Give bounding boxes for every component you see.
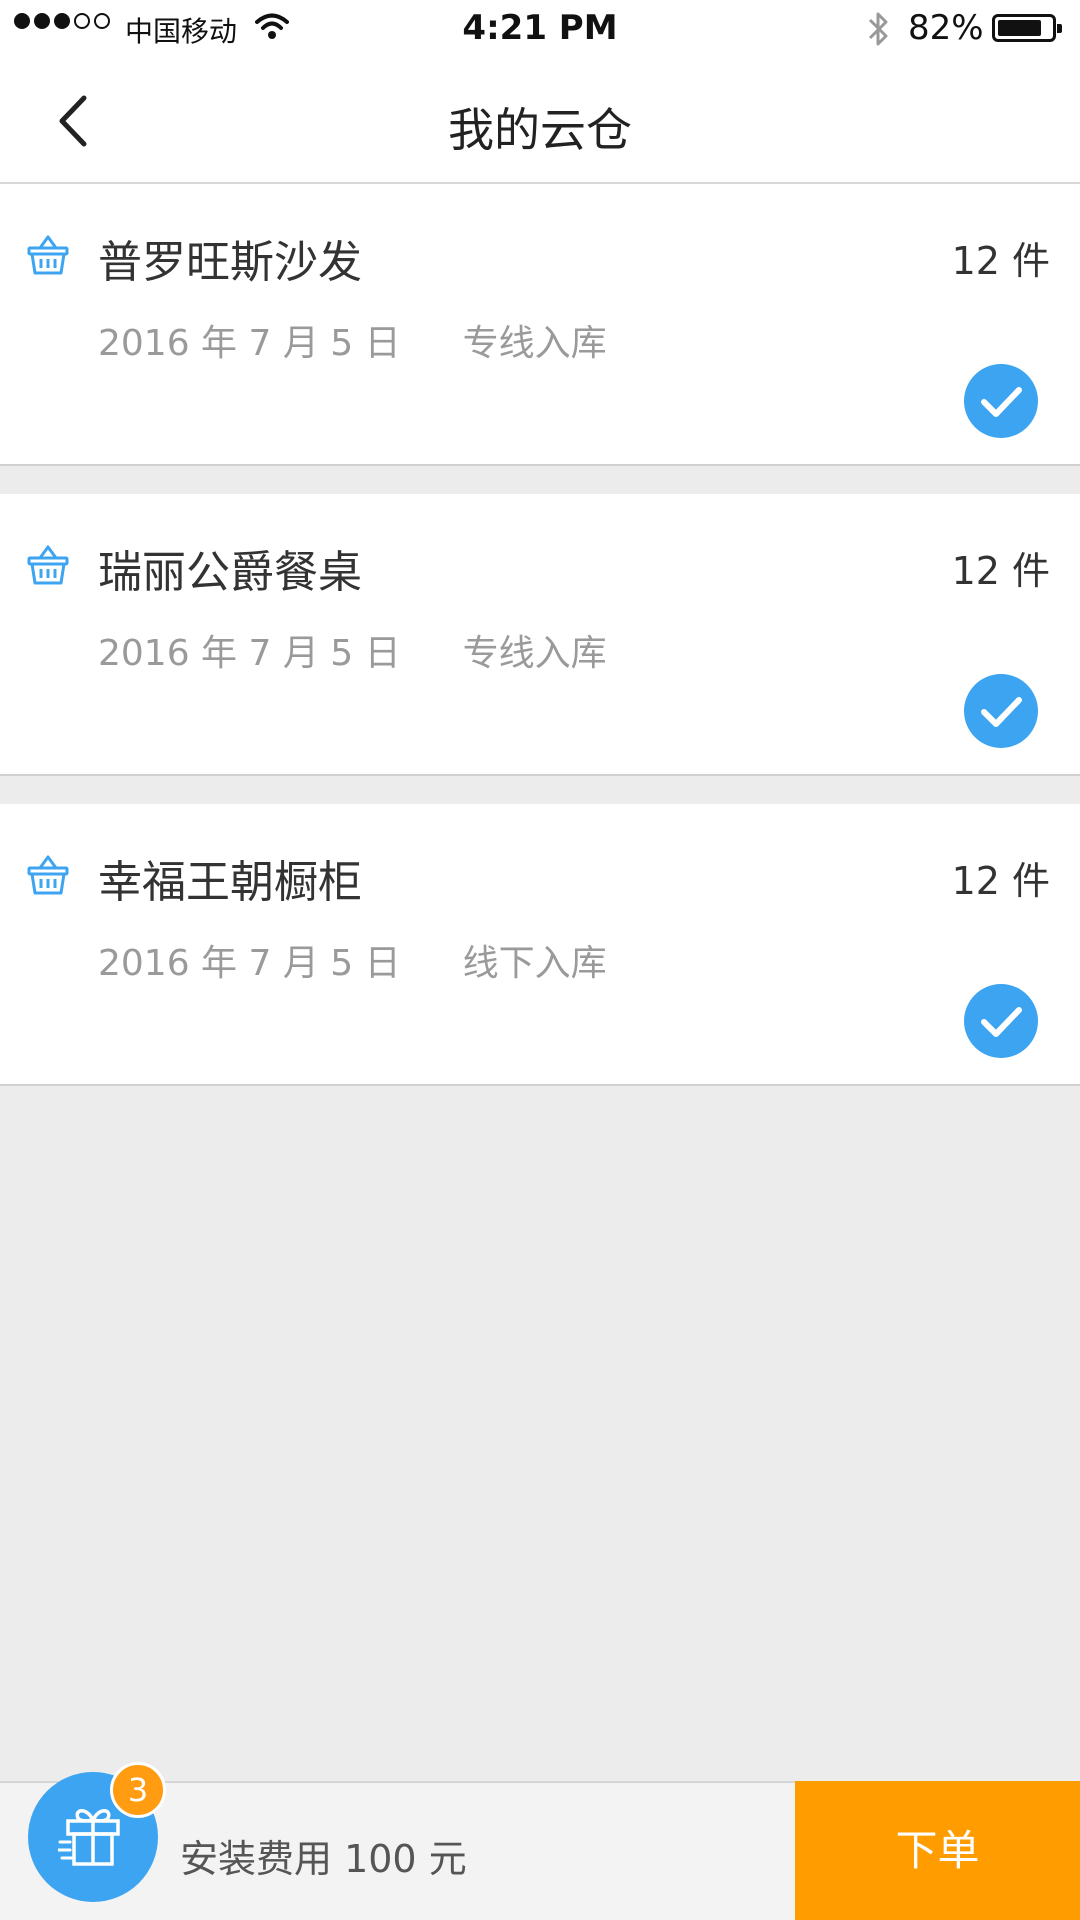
- item-meta: 2016 年 7 月 5 日 专线入库: [98, 624, 607, 676]
- item-storage-method: 专线入库: [462, 633, 607, 674]
- status-bar: 中国移动 4:21 PM 82%: [0, 0, 1080, 58]
- basket-icon: [26, 542, 70, 590]
- list-item[interactable]: 瑞丽公爵餐桌 12 件 2016 年 7 月 5 日 专线入库: [0, 494, 1080, 776]
- item-meta: 2016 年 7 月 5 日 线下入库: [98, 934, 607, 986]
- item-storage-method: 线下入库: [462, 943, 607, 984]
- checkbox-checked[interactable]: [964, 674, 1038, 748]
- checkbox-checked[interactable]: [964, 984, 1038, 1058]
- list-item[interactable]: 幸福王朝橱柜 12 件 2016 年 7 月 5 日 线下入库: [0, 804, 1080, 1086]
- notification-badge: 3: [110, 1762, 166, 1818]
- installation-fee: 安装费用 100 元: [180, 1837, 467, 1881]
- checkbox-checked[interactable]: [964, 364, 1038, 438]
- item-date: 2016 年 7 月 5 日: [98, 943, 401, 984]
- item-name: 普罗旺斯沙发: [98, 237, 362, 288]
- battery-fill: [998, 20, 1041, 36]
- checkmark-icon: [981, 697, 1022, 727]
- page-title: 我的云仓: [448, 103, 632, 157]
- checkmark-icon: [981, 387, 1022, 417]
- list-item[interactable]: 普罗旺斯沙发 12 件 2016 年 7 月 5 日 专线入库: [0, 184, 1080, 466]
- checkmark-icon: [981, 1007, 1022, 1037]
- item-date: 2016 年 7 月 5 日: [98, 633, 401, 674]
- navigation-bar: 我的云仓: [0, 58, 1080, 184]
- item-name: 瑞丽公爵餐桌: [98, 547, 362, 598]
- bluetooth-icon: [866, 10, 890, 52]
- basket-icon: [26, 232, 70, 280]
- battery-icon: [992, 14, 1062, 42]
- place-order-button[interactable]: 下单: [795, 1781, 1080, 1920]
- item-quantity: 12 件: [951, 859, 1050, 903]
- item-quantity: 12 件: [951, 239, 1050, 283]
- item-date: 2016 年 7 月 5 日: [98, 323, 401, 364]
- item-name: 幸福王朝橱柜: [98, 857, 362, 908]
- item-meta: 2016 年 7 月 5 日 专线入库: [98, 314, 607, 366]
- item-storage-method: 专线入库: [462, 323, 607, 364]
- item-quantity: 12 件: [951, 549, 1050, 593]
- inventory-list: 普罗旺斯沙发 12 件 2016 年 7 月 5 日专线入库 瑞丽公爵餐桌 12…: [0, 184, 1080, 1114]
- gift-icon: [58, 1809, 120, 1866]
- basket-icon: [26, 852, 70, 900]
- battery-percentage: 82%: [908, 8, 984, 48]
